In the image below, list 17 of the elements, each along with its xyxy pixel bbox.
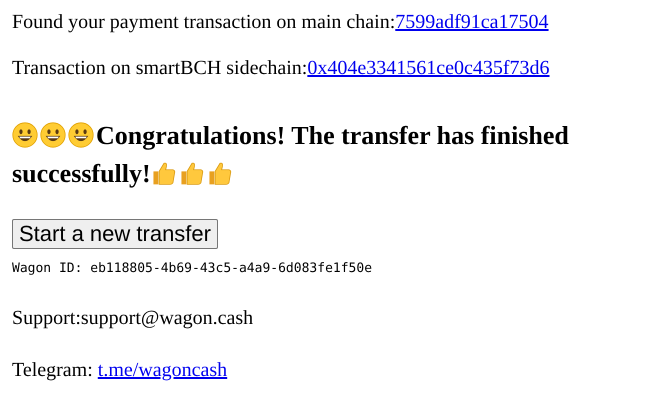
- wagon-id: Wagon ID: eb118805-4b69-43c5-a4a9-6d083fe1f50e: [12, 260, 374, 278]
- main-chain-label: Found your payment transaction on main chain:: [12, 11, 396, 33]
- grinning-face-icon: [68, 122, 94, 148]
- new-transfer-button[interactable]: Start a new transfer: [12, 219, 218, 249]
- grinning-face-icon: [40, 122, 66, 148]
- telegram-link[interactable]: t.me/wagoncash: [98, 359, 228, 381]
- thumbs-up-icon: [150, 160, 177, 186]
- transaction-link[interactable]: 7599adf91ca17504: [395, 11, 549, 33]
- success-heading: Congratulations! The transfer has finished: [96, 121, 569, 150]
- support-text: Support:support@wagon.cash: [12, 306, 254, 330]
- thumbs-up-icon: [178, 160, 205, 186]
- transaction-link[interactable]: 0x404e3341561ce0c435f73d6: [307, 57, 550, 79]
- grinning-face-icon: [12, 122, 38, 148]
- thumbs-up-icon: [206, 160, 233, 186]
- success-heading: successfully!: [12, 159, 151, 188]
- sidechain-label: Transaction on smartBCH sidechain:: [12, 57, 308, 79]
- telegram-label: Telegram:: [12, 359, 93, 381]
